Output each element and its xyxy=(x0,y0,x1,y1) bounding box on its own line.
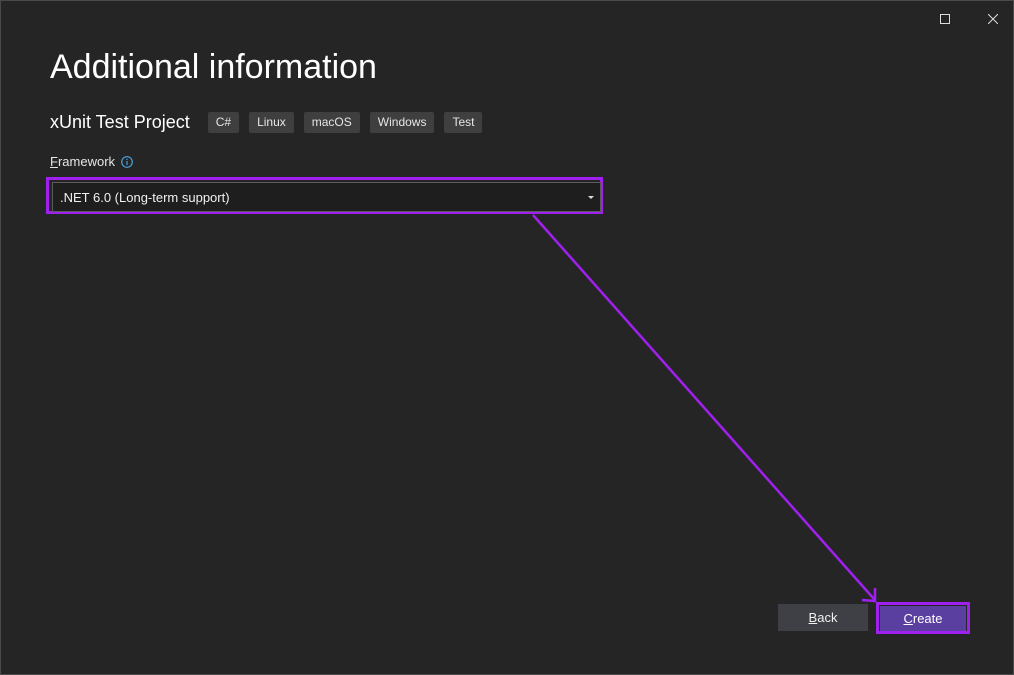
framework-label-text: ramework xyxy=(57,154,116,169)
page-title: Additional information xyxy=(50,48,377,86)
close-button[interactable] xyxy=(983,9,1003,29)
framework-label-mnemonic: F xyxy=(50,154,58,169)
tag-test: Test xyxy=(444,112,483,133)
back-button[interactable]: Back xyxy=(778,604,868,631)
back-button-mnemonic: B xyxy=(808,610,818,625)
chevron-down-icon xyxy=(588,195,594,199)
info-icon[interactable] xyxy=(121,155,133,168)
annotation-arrow xyxy=(532,214,877,603)
framework-label: Framework xyxy=(50,154,133,169)
close-icon xyxy=(988,14,998,24)
maximize-icon xyxy=(940,14,950,24)
template-info: xUnit Test Project C# Linux macOS Window… xyxy=(50,112,492,133)
tag-linux: Linux xyxy=(249,112,294,133)
back-button-label: ack xyxy=(817,610,838,625)
framework-select[interactable]: .NET 6.0 (Long-term support) xyxy=(52,182,601,212)
tag-macos: macOS xyxy=(303,112,360,133)
window-controls xyxy=(935,9,1003,29)
create-button-label: reate xyxy=(912,611,943,626)
create-button[interactable]: Create xyxy=(880,606,966,631)
maximize-button[interactable] xyxy=(935,9,955,29)
framework-select-value: .NET 6.0 (Long-term support) xyxy=(60,189,230,205)
tag-csharp: C# xyxy=(207,112,240,133)
dialog-window: Additional information xUnit Test Projec… xyxy=(0,0,1014,675)
template-name: xUnit Test Project xyxy=(50,112,190,132)
tag-windows: Windows xyxy=(369,112,435,133)
create-button-mnemonic: C xyxy=(903,611,913,626)
